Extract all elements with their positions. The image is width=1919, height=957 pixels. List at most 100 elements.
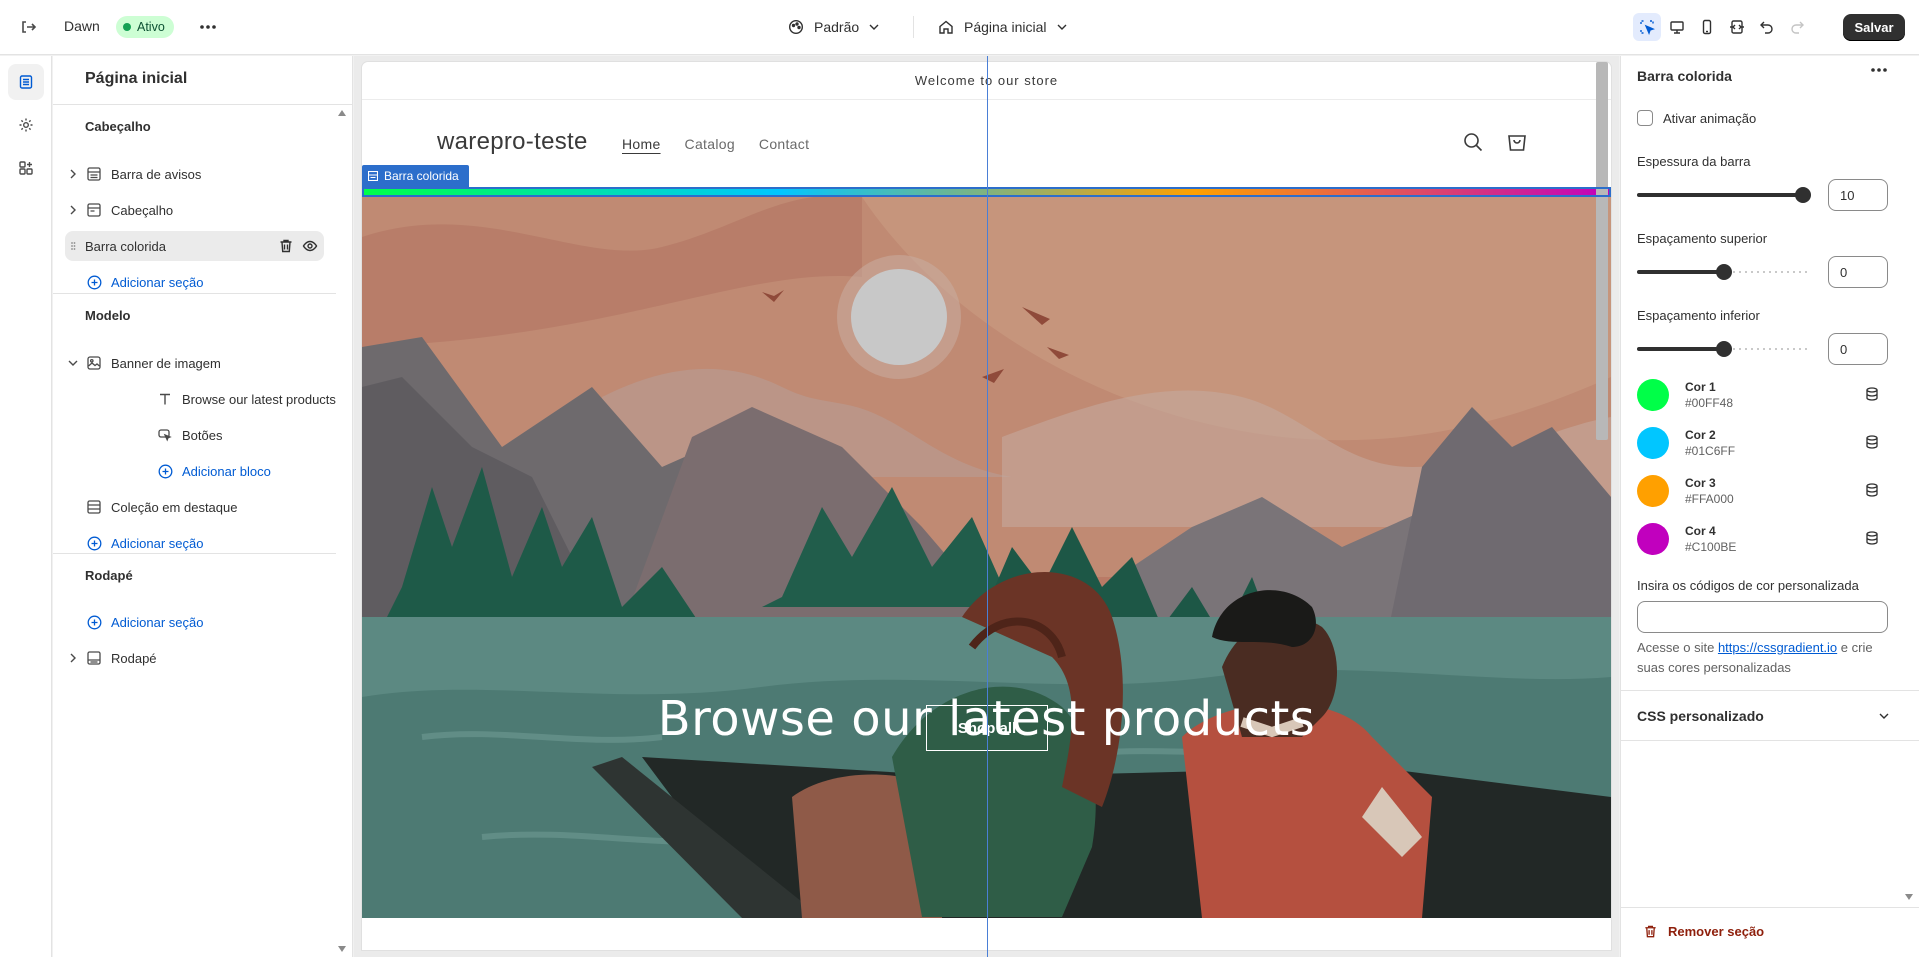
- color-swatch[interactable]: [1637, 379, 1669, 411]
- padding-bottom-slider[interactable]: [1637, 341, 1811, 357]
- plus-circle-icon: [85, 536, 103, 551]
- dynamic-source-icon[interactable]: [1865, 387, 1879, 401]
- padding-top-value[interactable]: 0: [1828, 256, 1888, 288]
- add-section-label: Adicionar seção: [111, 535, 204, 551]
- redo-icon[interactable]: [1783, 13, 1811, 41]
- scroll-down-arrow[interactable]: [338, 946, 346, 952]
- save-button[interactable]: Salvar: [1843, 14, 1905, 41]
- section-icon: [85, 651, 103, 665]
- chevron-right-icon[interactable]: [65, 205, 81, 215]
- chevron-right-icon[interactable]: [65, 653, 81, 663]
- search-icon[interactable]: [1462, 131, 1484, 153]
- padding-top-slider[interactable]: [1637, 264, 1811, 280]
- block-label: Browse our latest products: [182, 391, 336, 407]
- style-selector[interactable]: Padrão: [788, 16, 879, 38]
- store-logo-text[interactable]: warepro-teste: [437, 128, 588, 156]
- apps-icon[interactable]: [8, 150, 44, 186]
- inspector-icon[interactable]: [1633, 13, 1661, 41]
- padding-bottom-value[interactable]: 0: [1828, 333, 1888, 365]
- color-picker-1[interactable]: Cor 1 #00FF48: [1637, 377, 1887, 413]
- chevron-down-icon: [1879, 713, 1889, 719]
- eye-icon[interactable]: [302, 238, 318, 254]
- page-selector-label: Página inicial: [964, 19, 1047, 35]
- section-header[interactable]: Cabeçalho: [65, 195, 335, 225]
- chevron-right-icon[interactable]: [65, 169, 81, 179]
- main-nav: Home Catalog Contact: [622, 136, 809, 152]
- color-swatch[interactable]: [1637, 523, 1669, 555]
- cssgradient-link[interactable]: https://cssgradient.io: [1718, 640, 1837, 655]
- color-hex: #00FF48: [1685, 396, 1734, 410]
- color-picker-3[interactable]: Cor 3 #FFA000: [1637, 473, 1887, 509]
- color-swatch[interactable]: [1637, 475, 1669, 507]
- section-label: Cabeçalho: [111, 202, 174, 218]
- desktop-view-icon[interactable]: [1663, 13, 1691, 41]
- page-selector[interactable]: Página inicial: [938, 16, 1067, 38]
- scroll-down-arrow[interactable]: [1905, 894, 1913, 900]
- nav-link-contact[interactable]: Contact: [759, 136, 809, 152]
- add-section-footer-button[interactable]: Adicionar seção: [85, 607, 204, 637]
- animation-checkbox[interactable]: [1637, 110, 1653, 126]
- dynamic-source-icon[interactable]: [1865, 531, 1879, 545]
- trash-icon[interactable]: [278, 238, 294, 254]
- cart-icon[interactable]: [1506, 131, 1528, 153]
- image-icon: [85, 356, 103, 370]
- remove-section-button[interactable]: Remover seção: [1643, 924, 1764, 939]
- thickness-value[interactable]: 10: [1828, 179, 1888, 211]
- divider: [1621, 907, 1919, 908]
- chevron-down-icon: [1057, 24, 1066, 30]
- slider-thumb[interactable]: [1795, 187, 1811, 203]
- dynamic-source-icon[interactable]: [1865, 483, 1879, 497]
- chevron-down-icon[interactable]: [65, 360, 81, 366]
- plus-circle-icon: [85, 275, 103, 290]
- block-buttons[interactable]: Botões: [156, 420, 336, 450]
- exit-icon[interactable]: [16, 15, 40, 39]
- divider: [913, 16, 914, 38]
- preview-scrollbar[interactable]: [1596, 62, 1608, 440]
- color-swatch[interactable]: [1637, 427, 1669, 459]
- divider: [1621, 740, 1919, 741]
- custom-css-toggle[interactable]: CSS personalizado: [1637, 708, 1889, 724]
- dynamic-source-icon[interactable]: [1865, 435, 1879, 449]
- hint-prefix: Acesse o site: [1637, 640, 1718, 655]
- section-label: Barra colorida: [85, 238, 166, 254]
- group-title-footer: Rodapé: [85, 568, 133, 583]
- section-featured-collection[interactable]: Coleção em destaque: [85, 492, 335, 522]
- custom-codes-input[interactable]: [1637, 601, 1888, 633]
- more-actions-icon[interactable]: [195, 15, 221, 39]
- header-icons: [1462, 131, 1528, 153]
- animation-toggle[interactable]: Ativar animação: [1637, 110, 1756, 126]
- style-selector-label: Padrão: [814, 19, 860, 35]
- section-settings-panel: Barra colorida Ativar animação Espessura…: [1620, 56, 1919, 957]
- section-label: Rodapé: [111, 650, 157, 666]
- thickness-slider[interactable]: [1637, 187, 1811, 203]
- group-title-template: Modelo: [85, 308, 131, 323]
- section-announcement-bar[interactable]: Barra de avisos: [65, 159, 335, 189]
- gradient-hint: Acesse o site https://cssgradient.io e c…: [1637, 638, 1887, 678]
- color-picker-2[interactable]: Cor 2 #01C6FF: [1637, 425, 1887, 461]
- color-hex: #01C6FF: [1685, 444, 1736, 458]
- text-icon: [156, 392, 174, 406]
- section-color-bar[interactable]: Barra colorida: [65, 231, 324, 261]
- slider-fill: [1637, 193, 1803, 197]
- nav-link-home[interactable]: Home: [622, 136, 661, 152]
- slider-thumb[interactable]: [1716, 341, 1732, 357]
- block-heading[interactable]: Browse our latest products: [156, 384, 336, 414]
- more-options-icon[interactable]: [1871, 68, 1887, 72]
- scroll-up-arrow[interactable]: [338, 110, 346, 116]
- home-icon: [939, 20, 953, 34]
- section-footer[interactable]: Rodapé: [65, 643, 335, 673]
- custom-css-label: CSS personalizado: [1637, 708, 1764, 724]
- mobile-view-icon[interactable]: [1693, 13, 1721, 41]
- undo-icon[interactable]: [1753, 13, 1781, 41]
- drag-handle-icon[interactable]: [65, 241, 81, 251]
- sections-icon[interactable]: [8, 64, 44, 100]
- settings-gear-icon[interactable]: [8, 107, 44, 143]
- add-block-button[interactable]: Adicionar bloco: [156, 456, 271, 486]
- color-picker-4[interactable]: Cor 4 #C100BE: [1637, 521, 1887, 557]
- nav-link-catalog[interactable]: Catalog: [685, 136, 735, 152]
- full-width-icon[interactable]: [1723, 13, 1751, 41]
- slider-thumb[interactable]: [1716, 264, 1732, 280]
- group-title-header: Cabeçalho: [85, 119, 151, 134]
- page-title: Página inicial: [85, 70, 188, 87]
- section-image-banner[interactable]: Banner de imagem: [65, 348, 335, 378]
